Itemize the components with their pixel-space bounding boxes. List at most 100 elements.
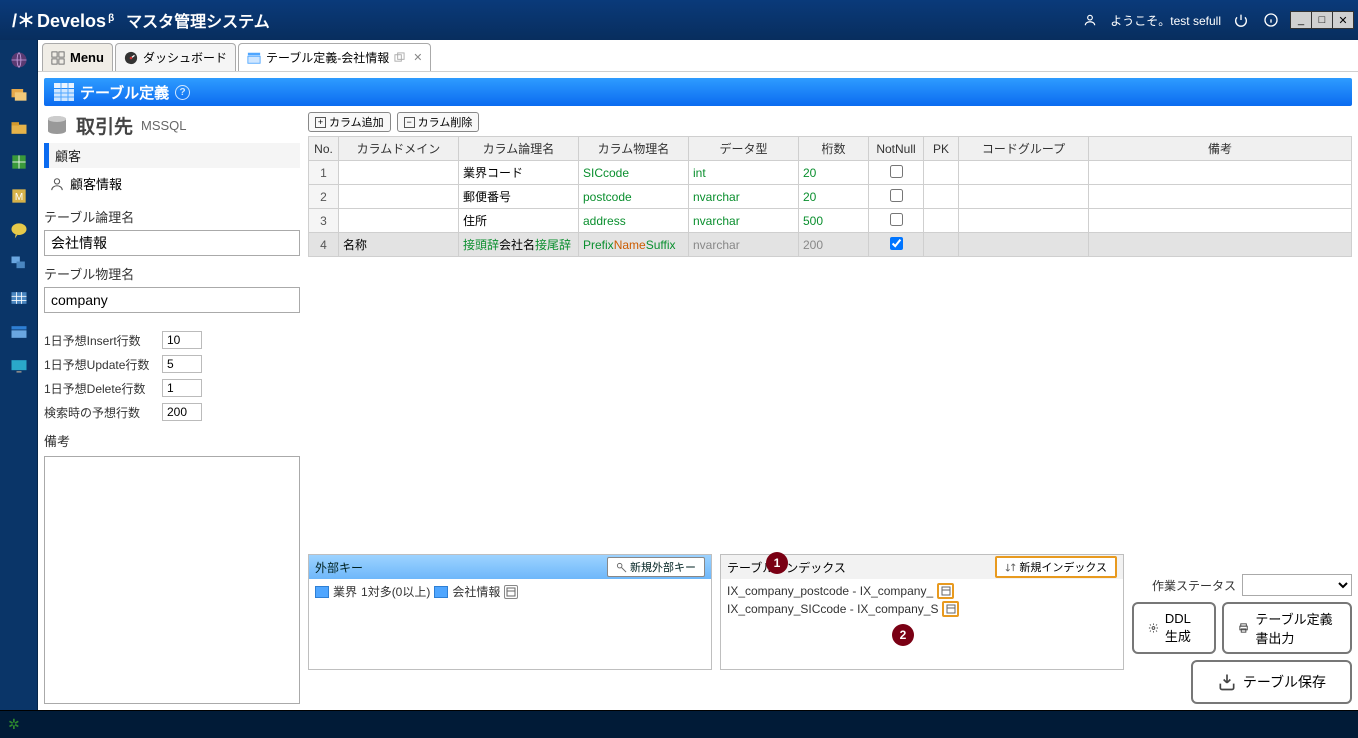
remarks-label: 備考 — [44, 431, 300, 450]
notnull-checkbox[interactable] — [890, 189, 903, 202]
index-name: IX_company_SICcode - IX_company_S — [727, 602, 938, 616]
cell-dtype[interactable]: nvarchar — [689, 185, 799, 209]
tool-grid-green-icon[interactable] — [4, 148, 34, 176]
cell-dtype[interactable]: nvarchar — [689, 209, 799, 233]
col-logical: カラム論理名 — [459, 137, 579, 161]
tool-strip: M — [0, 40, 38, 710]
grid-icon — [51, 51, 65, 65]
action-column: 作業ステータス DDL生成 テーブル定義書出力 — [1132, 554, 1352, 704]
page-header: テーブル定義 ? — [44, 78, 1352, 106]
info-icon[interactable] — [1261, 10, 1281, 30]
fk-panel-header: 外部キー 新規外部キー — [309, 555, 711, 579]
cell-logical[interactable]: 接頭辞会社名接尾辞 — [459, 233, 579, 257]
cell-logical[interactable]: 業界コード — [459, 161, 579, 185]
key-icon — [616, 562, 627, 573]
cell-physical[interactable]: postcode — [579, 185, 689, 209]
table-row[interactable]: 1 業界コード SICcode int 20 — [309, 161, 1352, 185]
fk-row[interactable]: 業界 1対多(0以上) 会社情報 — [315, 583, 705, 600]
col-codegroup: コードグループ — [959, 137, 1089, 161]
logical-name-input[interactable] — [44, 230, 300, 256]
close-tab-icon[interactable]: ✕ — [413, 51, 422, 64]
tool-table-icon[interactable] — [4, 284, 34, 312]
col-digits: 桁数 — [799, 137, 869, 161]
fk-panel: 外部キー 新規外部キー 業界 1対多(0以上) 会社情報 — [308, 554, 712, 670]
cell-logical[interactable]: 郵便番号 — [459, 185, 579, 209]
delete-label: 1日予想Delete行数 — [44, 380, 154, 397]
search-input[interactable] — [162, 403, 202, 421]
index-row[interactable]: IX_company_postcode - IX_company_ — [727, 583, 1117, 599]
status-gear-icon[interactable]: ✲ — [8, 716, 20, 733]
delete-input[interactable] — [162, 379, 202, 397]
table-row-selected[interactable]: 4 名称 接頭辞会社名接尾辞 PrefixNameSuffix nvarchar… — [309, 233, 1352, 257]
cell-dtype[interactable]: int — [689, 161, 799, 185]
cell-digits[interactable]: 200 — [799, 233, 869, 257]
cell-physical[interactable]: address — [579, 209, 689, 233]
col-dtype: データ型 — [689, 137, 799, 161]
physical-name-input[interactable] — [44, 287, 300, 313]
tool-monitor-icon[interactable] — [4, 352, 34, 380]
close-button[interactable]: ✕ — [1332, 11, 1354, 29]
table-mini-icon — [315, 586, 329, 598]
delete-column-button[interactable]: −カラム削除 — [397, 112, 480, 132]
fk-panel-title: 外部キー — [315, 559, 363, 576]
main-area: Menu ダッシュボード テーブル定義-会社情報 ✕ テーブル定義 ? 取引先 … — [38, 40, 1358, 710]
database-icon — [44, 114, 70, 138]
cell-physical[interactable]: SICcode — [579, 161, 689, 185]
ddl-button[interactable]: DDL生成 — [1132, 602, 1216, 654]
remarks-textarea[interactable] — [44, 456, 300, 704]
columns-header-row: No. カラムドメイン カラム論理名 カラム物理名 データ型 桁数 NotNul… — [309, 137, 1352, 161]
insert-input[interactable] — [162, 331, 202, 349]
cell-physical[interactable]: PrefixNameSuffix — [579, 233, 689, 257]
power-icon[interactable] — [1231, 10, 1251, 30]
left-panel: 取引先 MSSQL 顧客 顧客情報 テーブル論理名 テーブル物理名 1日予想In… — [44, 112, 300, 704]
tab-menu[interactable]: Menu — [42, 43, 113, 71]
update-input[interactable] — [162, 355, 202, 373]
notnull-checkbox[interactable] — [890, 165, 903, 178]
index-row[interactable]: IX_company_SICcode - IX_company_S — [727, 601, 1117, 617]
tool-folder-icon[interactable] — [4, 114, 34, 142]
table-row[interactable]: 3 住所 address nvarchar 500 — [309, 209, 1352, 233]
cell-digits[interactable]: 500 — [799, 209, 869, 233]
index-props-button[interactable] — [937, 583, 954, 599]
tab-menu-label: Menu — [70, 50, 104, 65]
db-type: MSSQL — [141, 118, 187, 133]
cell-logical[interactable]: 住所 — [459, 209, 579, 233]
save-button[interactable]: テーブル保存 — [1191, 660, 1352, 704]
table-icon — [247, 51, 261, 65]
help-icon[interactable]: ? — [175, 85, 190, 100]
cell-digits[interactable]: 20 — [799, 185, 869, 209]
tool-tablebar-icon[interactable] — [4, 318, 34, 346]
cell-dtype[interactable]: nvarchar — [689, 233, 799, 257]
minimize-button[interactable]: _ — [1290, 11, 1312, 29]
fk-left-table: 業界 — [333, 583, 357, 600]
add-column-button[interactable]: +カラム追加 — [308, 112, 391, 132]
status-label: 作業ステータス — [1152, 577, 1236, 594]
cell-digits[interactable]: 20 — [799, 161, 869, 185]
cell-domain[interactable]: 名称 — [339, 233, 459, 257]
index-props-button[interactable] — [942, 601, 959, 617]
tool-cards-icon[interactable] — [4, 80, 34, 108]
category-row: 顧客 — [44, 143, 300, 168]
maximize-button[interactable]: □ — [1311, 11, 1333, 29]
columns-table: No. カラムドメイン カラム論理名 カラム物理名 データ型 桁数 NotNul… — [308, 136, 1352, 257]
notnull-checkbox[interactable] — [890, 213, 903, 226]
tab-active[interactable]: テーブル定義-会社情報 ✕ — [238, 43, 432, 71]
status-select[interactable] — [1242, 574, 1352, 596]
tool-m-badge-icon[interactable]: M — [4, 182, 34, 210]
new-fk-button[interactable]: 新規外部キー — [607, 557, 705, 577]
def-output-button[interactable]: テーブル定義書出力 — [1222, 602, 1352, 654]
tab-active-label: テーブル定義-会社情報 — [266, 49, 389, 66]
tool-globe-icon[interactable] — [4, 46, 34, 74]
new-index-button[interactable]: 新規インデックス — [995, 556, 1117, 578]
col-notnull: NotNull — [869, 137, 924, 161]
save-icon — [1217, 672, 1237, 692]
fk-relation: 1対多(0以上) — [361, 583, 430, 600]
notnull-checkbox[interactable] — [890, 237, 903, 250]
table-row[interactable]: 2 郵便番号 postcode nvarchar 20 — [309, 185, 1352, 209]
tool-windows-icon[interactable] — [4, 250, 34, 278]
popout-icon[interactable] — [394, 52, 405, 63]
tab-strip: Menu ダッシュボード テーブル定義-会社情報 ✕ — [38, 40, 1358, 72]
tool-chat-icon[interactable] — [4, 216, 34, 244]
fk-props-icon[interactable] — [504, 585, 518, 599]
tab-dashboard[interactable]: ダッシュボード — [115, 43, 236, 71]
